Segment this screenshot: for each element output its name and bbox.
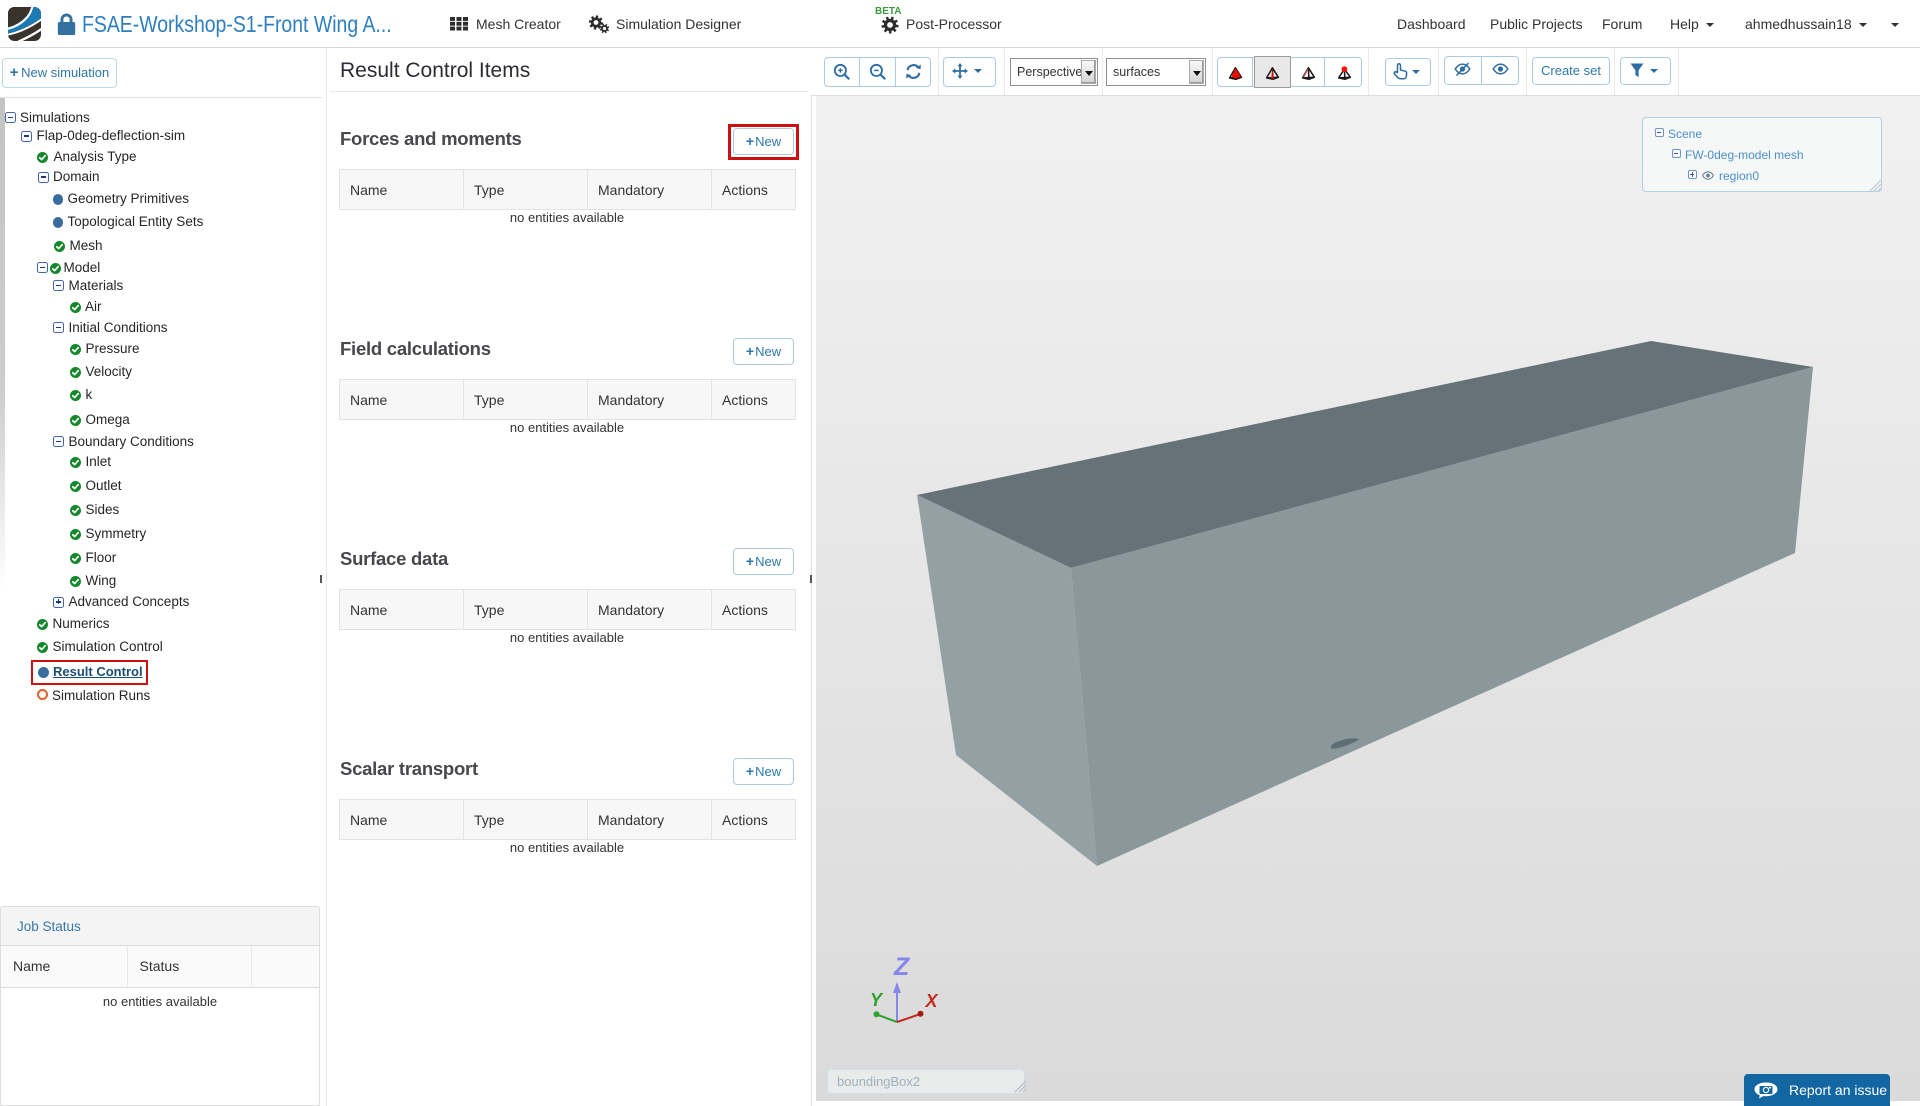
svg-text:Z: Z bbox=[893, 953, 911, 981]
svg-text:X: X bbox=[925, 991, 939, 1011]
svg-text:Y: Y bbox=[870, 990, 884, 1010]
